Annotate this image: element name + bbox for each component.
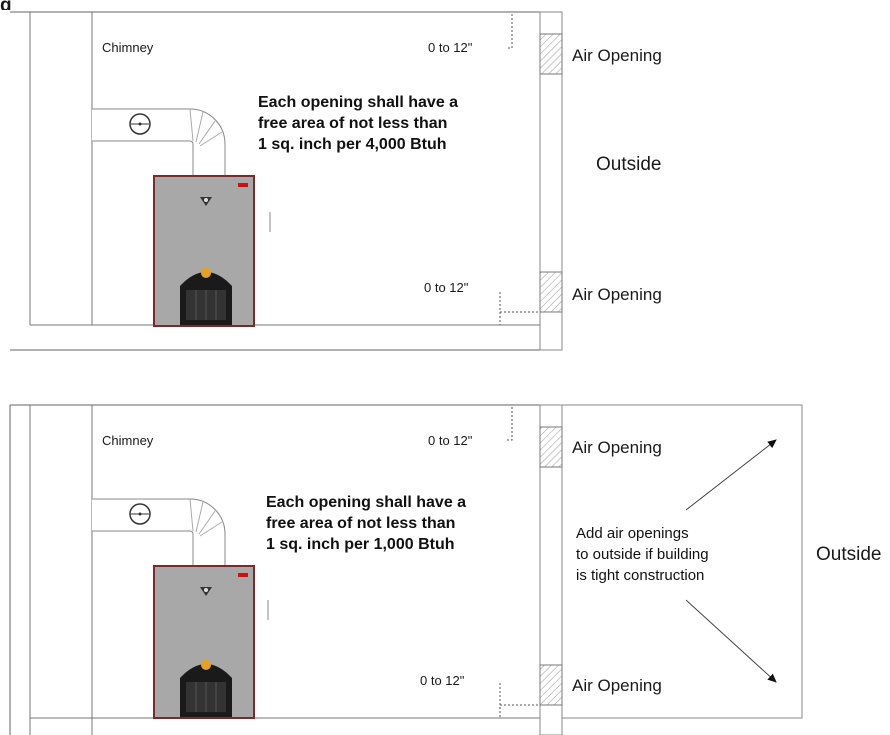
bottom-outside-label: Outside bbox=[816, 544, 882, 565]
top-upper-air-opening bbox=[539, 33, 563, 75]
bottom-upper-air-opening-label: Air Opening bbox=[572, 438, 662, 457]
bottom-flue-pipe bbox=[92, 498, 226, 569]
bottom-furnace bbox=[153, 565, 255, 719]
figure-number: g bbox=[0, 0, 12, 10]
top-lower-dimension-marker bbox=[499, 292, 540, 325]
bottom-chimney-label: Chimney bbox=[102, 433, 154, 448]
top-flue-pipe bbox=[92, 108, 226, 179]
top-upper-dimension-marker bbox=[506, 14, 513, 49]
bottom-lower-clearance-label: 0 to 12" bbox=[420, 673, 465, 688]
bottom-upper-clearance-label: 0 to 12" bbox=[428, 433, 473, 448]
top-diagram bbox=[10, 11, 563, 351]
top-upper-air-opening-label: Air Opening bbox=[572, 46, 662, 65]
top-upper-clearance-label: 0 to 12" bbox=[428, 40, 473, 55]
top-damper-icon bbox=[129, 113, 151, 135]
bottom-sizing-note: Each opening shall have a free area of n… bbox=[266, 494, 467, 553]
top-lower-air-opening-label: Air Opening bbox=[572, 285, 662, 304]
upper-arrow bbox=[685, 439, 777, 511]
bottom-damper-icon bbox=[129, 503, 151, 525]
top-furnace bbox=[153, 175, 255, 327]
bottom-lower-air-opening-label: Air Opening bbox=[572, 676, 662, 695]
top-outside-label: Outside bbox=[596, 154, 662, 175]
bottom-upper-dimension-marker bbox=[506, 407, 513, 441]
bottom-upper-air-opening bbox=[539, 426, 563, 468]
top-chimney-label: Chimney bbox=[102, 40, 154, 55]
bottom-lower-air-opening bbox=[539, 664, 563, 706]
top-lower-clearance-label: 0 to 12" bbox=[424, 280, 469, 295]
top-lower-air-opening bbox=[539, 271, 563, 313]
top-sizing-note: Each opening shall have a free area of n… bbox=[258, 94, 459, 153]
bottom-lower-dimension-marker bbox=[499, 683, 540, 718]
tight-construction-note: Add air openings to outside if building … bbox=[576, 525, 709, 584]
lower-arrow bbox=[685, 599, 777, 683]
top-room-outline bbox=[10, 11, 541, 351]
